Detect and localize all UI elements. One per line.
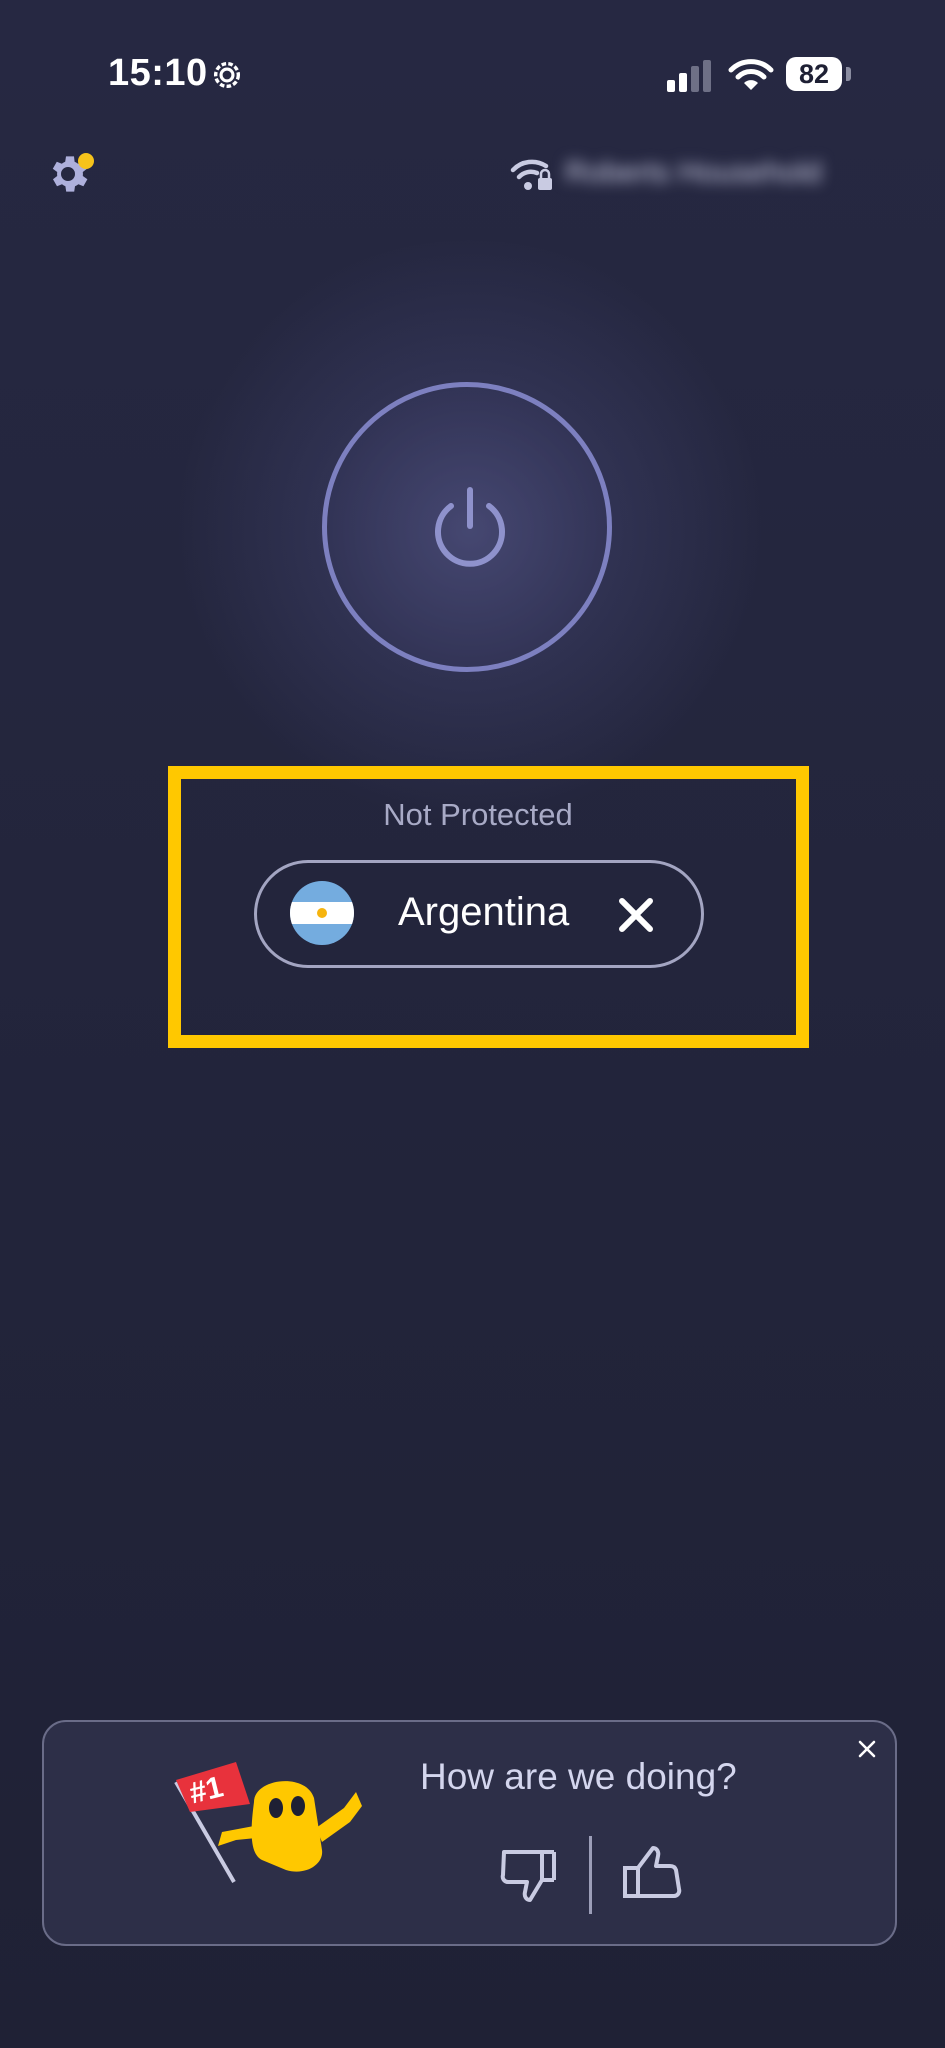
location-country: Argentina xyxy=(398,890,570,934)
battery-icon: 82 xyxy=(786,57,842,91)
feedback-close-icon[interactable] xyxy=(856,1738,878,1760)
gear-status-icon xyxy=(213,61,241,89)
thumbs-up-icon[interactable] xyxy=(620,1842,684,1906)
feedback-divider xyxy=(589,1836,592,1914)
feedback-question: How are we doing? xyxy=(420,1756,737,1797)
network-name: Roberts Household xyxy=(565,156,822,189)
status-time: 15:10 xyxy=(108,52,208,94)
argentina-flag-icon xyxy=(290,881,354,945)
notification-dot xyxy=(78,153,94,169)
secure-wifi-icon xyxy=(510,159,552,190)
cellular-signal-icon xyxy=(667,60,711,92)
power-icon xyxy=(435,487,505,567)
wifi-icon xyxy=(728,59,774,90)
close-icon[interactable] xyxy=(614,893,658,937)
mascot-illustration: #1 xyxy=(174,1762,362,1884)
battery-nub xyxy=(846,67,851,81)
connection-status: Not Protected xyxy=(383,797,573,832)
thumbs-down-icon[interactable] xyxy=(496,1842,560,1906)
